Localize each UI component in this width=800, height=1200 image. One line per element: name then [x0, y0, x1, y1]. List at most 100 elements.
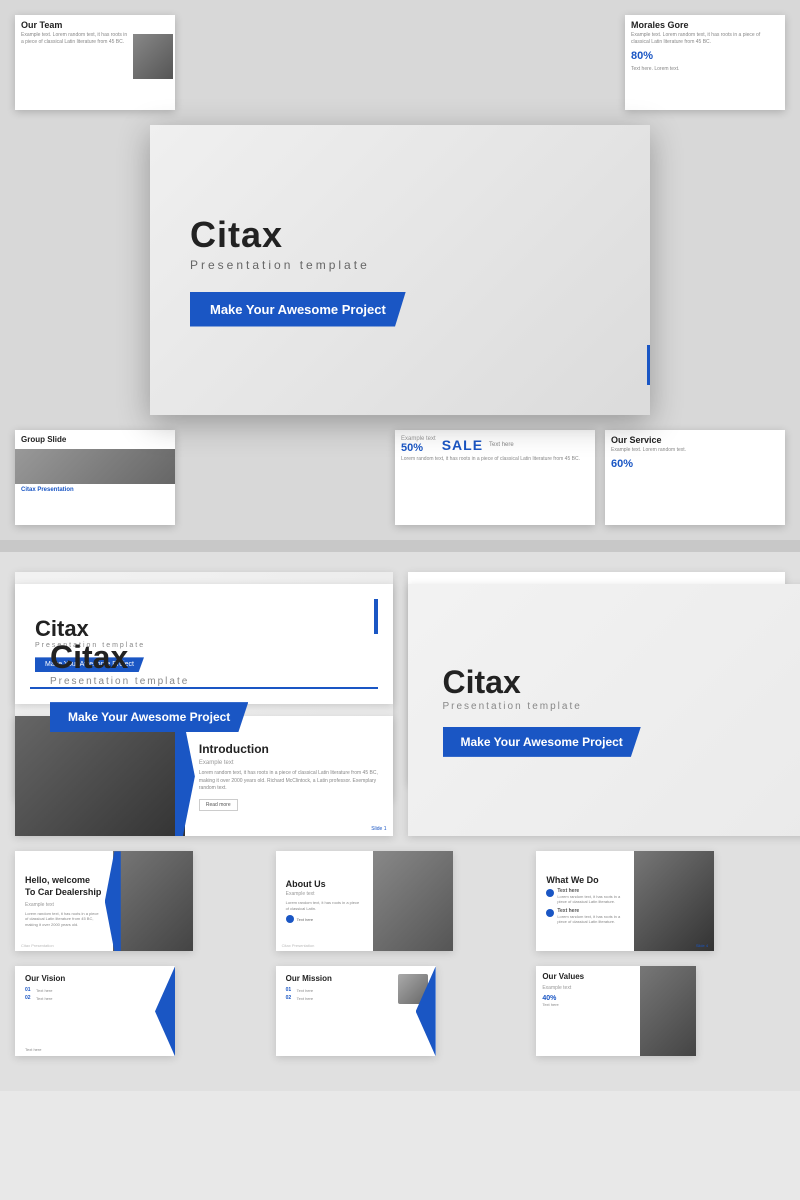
bg-slide-our-team: Our Team Example text. Lorem random text… [15, 15, 175, 110]
values-img [640, 966, 696, 1056]
slide-vision-card[interactable]: Our Vision 01 Text here 02 Text here Tex… [15, 966, 175, 1056]
team-img [133, 34, 173, 79]
bottom-section: Citax Presentation template Make Your Aw… [0, 552, 800, 1091]
whatwedo-slide-num: Slide 4 [696, 943, 708, 948]
morales-gore-title: Morales Gore [625, 15, 785, 32]
citax-main-sub: Presentation template [443, 701, 800, 712]
our-team-title: Our Team [15, 15, 175, 32]
bg-slide-sale: Example text 50% SALE Text here Lorem ra… [395, 430, 595, 525]
main-slide-left: Citax Presentation template Make Your Aw… [190, 214, 610, 327]
hello-slide: Hello, welcome To Car Dealership Example… [15, 851, 193, 951]
about-body: Lorem random text, it has roots in a pie… [286, 900, 364, 911]
about-label: Example text [286, 891, 364, 897]
citax-large-brand: Citax [50, 639, 358, 676]
mission-slide: Our Mission 01 Text here 02 Text here [276, 966, 436, 1056]
about-slide: About Us Example text Lorem random text,… [276, 851, 454, 951]
values-text: Text here [542, 1002, 634, 1007]
about-slide-num: Citax Presentation [282, 943, 315, 948]
bg-slide-group: Group Slide Citax Presentation [15, 430, 175, 525]
sale-body: Lorem random text, it has roots in a pie… [395, 456, 595, 463]
group-img [15, 449, 175, 484]
mission-text1: Text here [297, 988, 313, 993]
slide-card-citax-large[interactable]: Citax Presentation template Make Your Aw… [15, 572, 393, 799]
our-service-text: Example text. Lorem random text. [605, 447, 785, 454]
whatwedo-slide: What We Do Text here Lorem random text, … [536, 851, 714, 951]
slide-whatwedo-card[interactable]: What We Do Text here Lorem random text, … [536, 851, 714, 951]
our-service-title: Our Service [605, 430, 785, 447]
slide-hello-card[interactable]: Hello, welcome To Car Dealership Example… [15, 851, 193, 951]
bg-slide-morales-gore: Morales Gore Example text. Lorem random … [625, 15, 785, 110]
hello-label: Example text [25, 902, 103, 908]
citax-main-content: Citax Presentation template Make Your Aw… [408, 584, 800, 836]
citax-large-slide: Citax Presentation template Make Your Aw… [15, 572, 393, 799]
mission-num2: 02 [286, 995, 294, 1001]
hello-slide-num: Citax Presentation [21, 943, 54, 948]
slide-values-card[interactable]: Our Values Example text 40% Text here [536, 966, 696, 1056]
group-brand: Citax Presentation [15, 484, 175, 496]
citax-main-brand: Citax [443, 664, 800, 701]
sale-percent: 50% [401, 442, 436, 454]
citax-main-cta: Make Your Awesome Project [443, 727, 641, 757]
vision-bottom: Text here [25, 1047, 41, 1052]
whatwedo-icon1 [546, 889, 554, 897]
citax-main-slide: Citax Presentation template Make Your Aw… [408, 584, 800, 836]
mission-text2: Text here [297, 996, 313, 1001]
mission-num1: 01 [286, 987, 294, 993]
about-icon-row: Text here [286, 915, 364, 923]
slide-about-card[interactable]: About Us Example text Lorem random text,… [276, 851, 454, 951]
intro-slide-num: Slide 1 [371, 826, 386, 832]
hello-title: Hello, welcome To Car Dealership [25, 875, 103, 898]
about-img [373, 851, 453, 951]
main-slide-brand: Citax [190, 214, 610, 256]
hello-left: Hello, welcome To Car Dealership Example… [15, 851, 113, 951]
slide-citax-large-card[interactable]: Citax Presentation template Make Your Aw… [408, 584, 800, 836]
values-percent: 40% [542, 995, 634, 1002]
vision-slide: Our Vision 01 Text here 02 Text here Tex… [15, 966, 175, 1056]
vision-num2: 02 [25, 995, 33, 1001]
whatwedo-title: What We Do [546, 875, 624, 885]
sale-letters: SALE [442, 437, 483, 453]
morales-text: Example text. Lorem random text, it has … [625, 32, 785, 46]
vision-text1: Text here [36, 988, 52, 993]
slide-mission-card[interactable]: Our Mission 01 Text here 02 Text here [276, 966, 436, 1056]
bg-slide-our-service: Our Service Example text. Lorem random t… [605, 430, 785, 525]
whatwedo-icon2 [546, 909, 554, 917]
citax-large-sub: Presentation template [50, 676, 358, 687]
about-left: About Us Example text Lorem random text,… [276, 851, 374, 951]
citax-large-content: Citax Presentation template Make Your Aw… [15, 572, 393, 799]
values-title: Our Values [542, 972, 634, 981]
whatwedo-row1: Text here Lorem random text, it has root… [546, 888, 624, 905]
whatwedo-body2: Lorem random text, it has roots in a pie… [557, 914, 624, 925]
section-separator [0, 540, 800, 552]
sale-text-here: Text here [489, 442, 514, 448]
hello-img [113, 851, 193, 951]
main-slide-cta: Make Your Awesome Project [190, 292, 406, 327]
slides-row-vision: Our Vision 01 Text here 02 Text here Tex… [15, 966, 785, 1056]
top-showcase: Our Team Example text. Lorem random text… [0, 0, 800, 540]
main-slide-subtitle: Presentation template [190, 258, 610, 272]
values-slide: Our Values Example text 40% Text here [536, 966, 696, 1056]
vision-num1: 01 [25, 987, 33, 993]
citax-large-cta: Make Your Awesome Project [50, 702, 248, 732]
our-service-percent: 60% [605, 454, 785, 474]
vision-title: Our Vision [25, 974, 165, 983]
group-slide-title: Group Slide [15, 430, 175, 446]
about-icon-text: Text here [297, 917, 313, 922]
morales-percent: 80% [625, 46, 785, 66]
vision-item2: 02 Text here [25, 995, 165, 1001]
values-label: Example text [542, 985, 634, 991]
whatwedo-body1: Lorem random text, it has roots in a pie… [557, 894, 624, 905]
vision-item1: 01 Text here [25, 987, 165, 993]
whatwedo-row2: Text here Lorem random text, it has root… [546, 908, 624, 925]
whatwedo-left: What We Do Text here Lorem random text, … [536, 851, 634, 951]
about-title: About Us [286, 879, 364, 889]
vision-text2: Text here [36, 996, 52, 1001]
main-slide-deco2 [647, 345, 650, 385]
about-icon [286, 915, 294, 923]
main-slide-content: Citax Presentation template Make Your Aw… [150, 125, 650, 415]
intro-read-more[interactable]: Read more [199, 799, 238, 811]
hello-body: Lorem random text, it has roots in a pie… [25, 911, 103, 928]
slides-row-hello: Hello, welcome To Car Dealership Example… [15, 851, 785, 951]
main-slide: Citax Presentation template Make Your Aw… [150, 125, 650, 415]
morales-text2: Text here. Lorem text. [625, 66, 785, 73]
